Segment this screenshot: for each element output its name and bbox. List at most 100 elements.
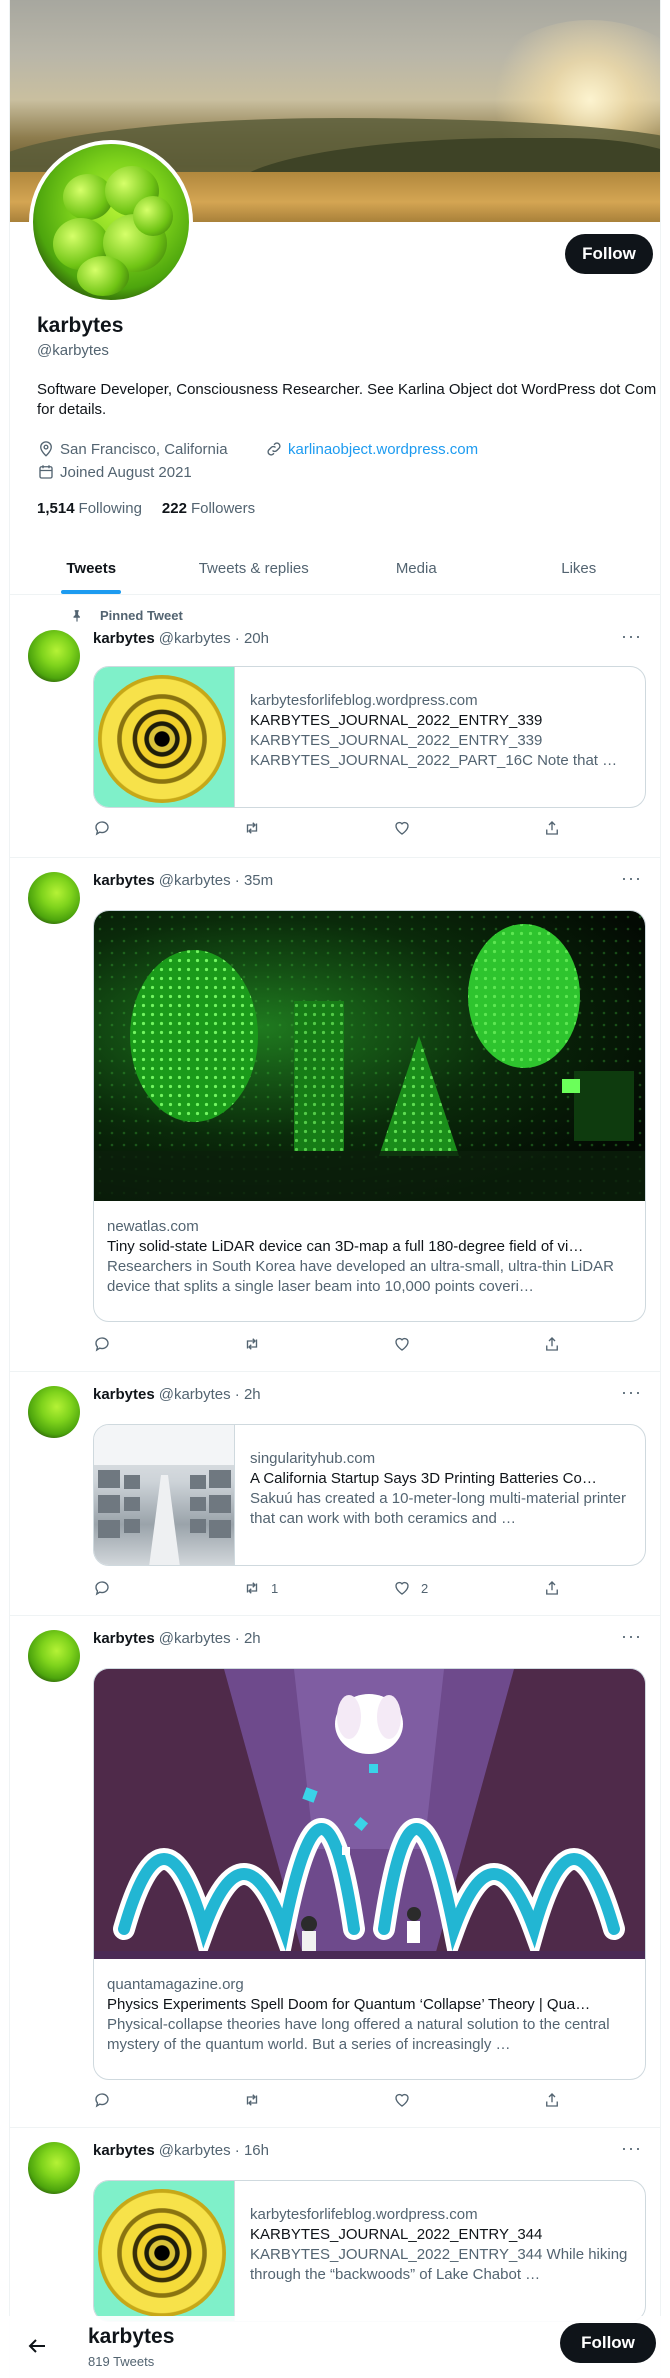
- back-arrow-icon[interactable]: [25, 2334, 49, 2358]
- card-domain: quantamagazine.org: [107, 1976, 244, 1993]
- tweet-actions: 1 2: [93, 1578, 573, 1598]
- retweet-button[interactable]: [243, 818, 393, 838]
- reply-button[interactable]: [93, 818, 243, 838]
- like-button[interactable]: 2: [393, 1578, 543, 1598]
- follow-button[interactable]: Follow: [565, 234, 653, 274]
- card-title: A California Startup Says 3D Printing Ba…: [250, 1470, 597, 1487]
- tweet-avatar[interactable]: [28, 2142, 80, 2194]
- share-button[interactable]: [543, 1334, 573, 1354]
- location-pin-icon: [40, 441, 52, 457]
- share-icon: [546, 2093, 558, 2107]
- reply-button[interactable]: [93, 2090, 243, 2110]
- bar-tweet-count: 819 Tweets: [88, 2354, 155, 2369]
- reply-button[interactable]: [93, 1334, 243, 1354]
- tweet-author-name[interactable]: karbytes: [93, 872, 155, 889]
- more-icon[interactable]: ···: [621, 1626, 642, 1647]
- profile-bio: Software Developer, Consciousness Resear…: [37, 381, 657, 418]
- tweet-header: karbytes @karbytes · 35m: [93, 872, 273, 889]
- retweet-button[interactable]: [243, 1334, 393, 1354]
- tweet-avatar[interactable]: [28, 872, 80, 924]
- card-title: Tiny solid-state LiDAR device can 3D-map…: [107, 1238, 584, 1255]
- tweet-avatar[interactable]: [28, 630, 80, 682]
- reply-icon: [95, 821, 109, 836]
- tweet-header: karbytes @karbytes · 20h: [93, 630, 269, 647]
- profile-website[interactable]: karlinaobject.wordpress.com: [265, 440, 478, 458]
- location-text: San Francisco, California: [60, 440, 228, 458]
- card-domain: newatlas.com: [107, 1218, 199, 1235]
- tweet-actions: [93, 2090, 573, 2110]
- profile-tabs: Tweets Tweets & replies Media Likes: [10, 542, 660, 595]
- tweet-3d-printing[interactable]: karbytes @karbytes · 2h ··· singularityh…: [10, 1372, 660, 1616]
- tweet-author-name[interactable]: karbytes: [93, 2142, 155, 2159]
- retweet-button[interactable]: [243, 2090, 393, 2110]
- tab-likes[interactable]: Likes: [498, 542, 661, 594]
- card-image: [94, 911, 645, 1201]
- card-description: KARBYTES_JOURNAL_2022_ENTRY_344 While hi…: [250, 2246, 628, 2283]
- link-card[interactable]: singularityhub.com A California Startup …: [93, 1424, 646, 1566]
- tab-media[interactable]: Media: [335, 542, 498, 594]
- tweet-author-name[interactable]: karbytes: [93, 1386, 155, 1403]
- tweet-handle-time: @karbytes · 16h: [158, 2142, 269, 2159]
- tweet-header: karbytes @karbytes · 16h: [93, 2142, 269, 2159]
- like-count: 2: [421, 1580, 429, 1596]
- reply-icon: [95, 1337, 109, 1352]
- more-icon[interactable]: ···: [621, 2138, 642, 2159]
- pin-icon: [73, 609, 80, 622]
- share-button[interactable]: [543, 1578, 573, 1598]
- retweet-count: 1: [271, 1580, 279, 1596]
- tweet-handle-time: @karbytes · 20h: [158, 630, 269, 647]
- bar-profile-name: karbytes: [88, 2325, 175, 2348]
- card-description: KARBYTES_JOURNAL_2022_ENTRY_339 KARBYTES…: [250, 732, 618, 769]
- calendar-icon: [39, 465, 53, 479]
- tab-tweets[interactable]: Tweets: [10, 542, 173, 594]
- tweet-handle-time: @karbytes · 35m: [158, 872, 274, 889]
- reply-button[interactable]: [93, 1578, 243, 1598]
- reply-icon: [95, 2093, 109, 2108]
- link-icon: [267, 442, 281, 456]
- follow-counts: 1,514 Following 222 Followers: [37, 500, 255, 517]
- tweet-handle-time: @karbytes · 2h: [158, 1386, 261, 1403]
- following-link[interactable]: 1,514 Following: [37, 500, 142, 517]
- more-icon[interactable]: ···: [621, 626, 642, 647]
- share-button[interactable]: [543, 2090, 573, 2110]
- tweet-lidar[interactable]: karbytes @karbytes · 35m ··· newatlas.co…: [10, 858, 660, 1372]
- retweet-button[interactable]: 1: [243, 1578, 393, 1598]
- heart-icon: [395, 1581, 409, 1595]
- like-button[interactable]: [393, 1334, 543, 1354]
- tweet-header: karbytes @karbytes · 2h: [93, 1386, 261, 1403]
- tweet-pinned[interactable]: Pinned Tweet karbytes @karbytes · 20h ··…: [10, 596, 660, 858]
- share-icon: [546, 821, 558, 835]
- tweet-header: karbytes @karbytes · 2h: [93, 1630, 261, 1647]
- like-button[interactable]: [393, 818, 543, 838]
- card-domain: singularityhub.com: [250, 1450, 376, 1467]
- tab-tweets-replies[interactable]: Tweets & replies: [173, 542, 336, 594]
- link-card[interactable]: quantamagazine.org Physics Experiments S…: [93, 1668, 646, 2080]
- like-button[interactable]: [393, 2090, 543, 2110]
- tweet-avatar[interactable]: [28, 1630, 80, 1682]
- card-thumbnail: [94, 2181, 235, 2321]
- pinned-indicator: Pinned Tweet: [70, 608, 183, 623]
- link-card[interactable]: karbytesforlifeblog.wordpress.com KARBYT…: [93, 666, 646, 808]
- profile-avatar[interactable]: [29, 140, 193, 304]
- tweet-quantum[interactable]: karbytes @karbytes · 2h ··· quantamagazi…: [10, 1616, 660, 2128]
- tweet-author-name[interactable]: karbytes: [93, 1630, 155, 1647]
- profile-handle: @karbytes: [37, 342, 109, 359]
- more-icon[interactable]: ···: [621, 1382, 642, 1403]
- link-card[interactable]: karbytesforlifeblog.wordpress.com KARBYT…: [93, 2180, 646, 2322]
- tweet-avatar[interactable]: [28, 1386, 80, 1438]
- link-card[interactable]: newatlas.com Tiny solid-state LiDAR devi…: [93, 910, 646, 1322]
- profile-column: Follow karbytes @karbytes Software Devel…: [9, 0, 661, 2378]
- card-title: Physics Experiments Spell Doom for Quant…: [107, 1996, 591, 2013]
- followers-link[interactable]: 222 Followers: [162, 500, 255, 517]
- more-icon[interactable]: ···: [621, 868, 642, 889]
- heart-icon: [395, 1337, 409, 1351]
- heart-icon: [395, 821, 409, 835]
- reply-icon: [95, 1581, 109, 1596]
- card-title: KARBYTES_JOURNAL_2022_ENTRY_344: [250, 2226, 543, 2243]
- tweet-author-name[interactable]: karbytes: [93, 630, 155, 647]
- card-title: KARBYTES_JOURNAL_2022_ENTRY_339: [250, 712, 543, 729]
- website-link[interactable]: karlinaobject.wordpress.com: [288, 441, 478, 458]
- share-button[interactable]: [543, 818, 573, 838]
- share-icon: [546, 1337, 558, 1351]
- follow-button-sticky[interactable]: Follow: [560, 2323, 656, 2363]
